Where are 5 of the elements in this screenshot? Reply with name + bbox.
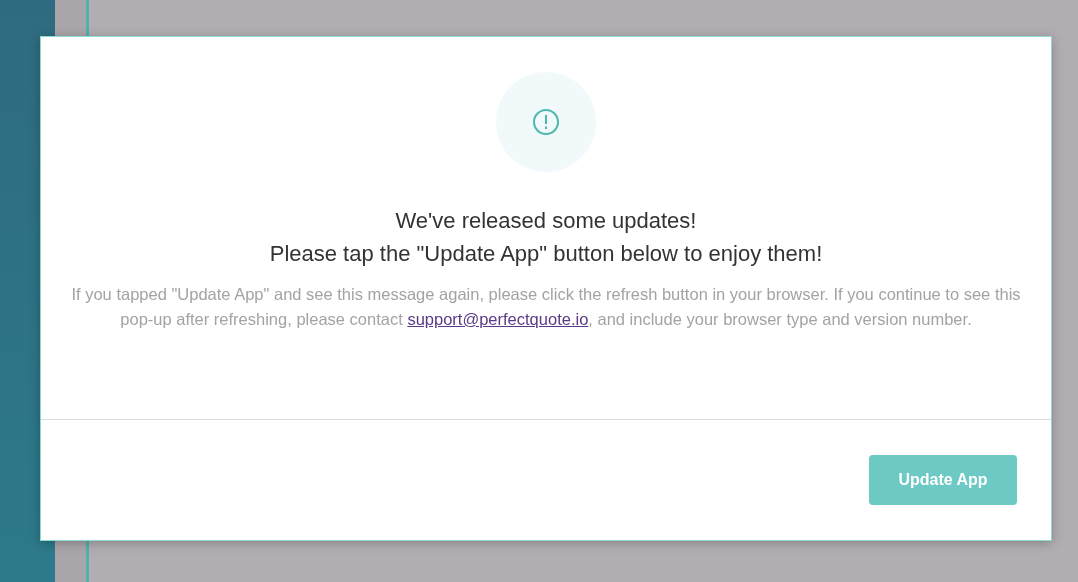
support-email-link[interactable]: support@perfectquote.io	[407, 310, 589, 328]
dialog-message: If you tapped "Update App" and see this message again, please click the refresh button in your browser. If you continue to see this pop-up after refreshing, please contact support@perfectquote.io, and include your browser type and version number.	[70, 284, 1022, 330]
alert-icon	[532, 108, 560, 136]
dialog-title: We've released some updates!	[395, 207, 697, 235]
dialog-title: Please tap the "Update App" button below to enjoy them!	[269, 240, 823, 268]
